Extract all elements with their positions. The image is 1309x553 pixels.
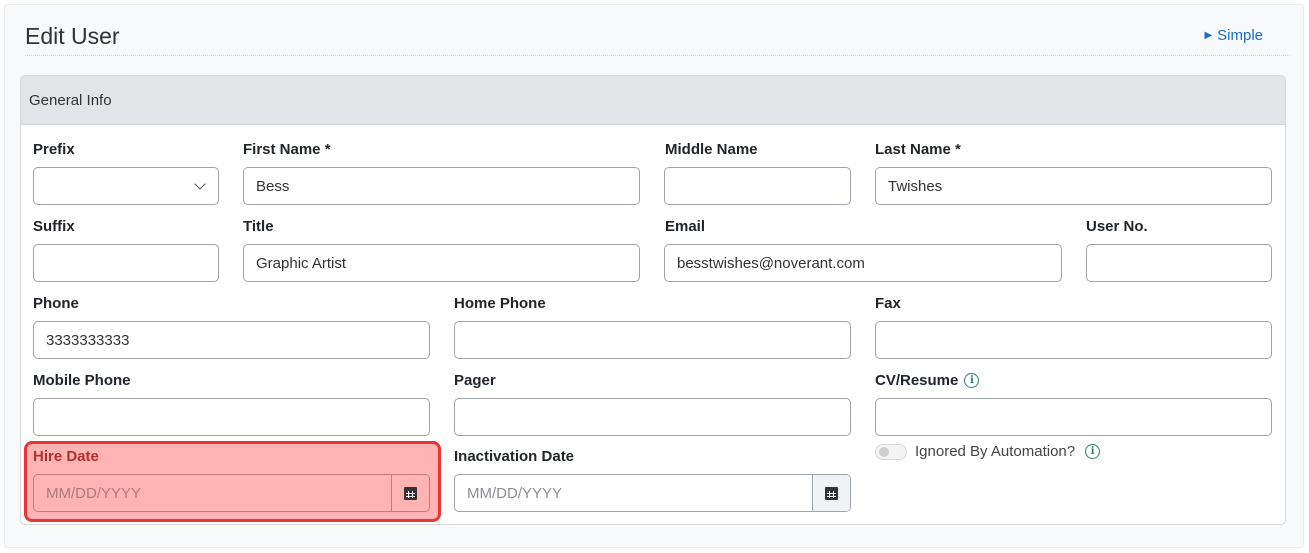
- hire-date-calendar-button[interactable]: [391, 475, 429, 511]
- ignored-by-automation-label: Ignored By Automation? i: [915, 443, 1101, 460]
- calendar-icon: [404, 486, 417, 500]
- last-name-label: Last Name *: [875, 141, 961, 158]
- mobile-phone-field[interactable]: [33, 398, 430, 436]
- prefix-select[interactable]: [33, 167, 219, 205]
- suffix-field[interactable]: [33, 244, 219, 282]
- middle-name-field[interactable]: [664, 167, 851, 205]
- mobile-phone-label: Mobile Phone: [33, 372, 131, 389]
- middle-name-label: Middle Name: [665, 141, 758, 158]
- cv-resume-label-text: CV/Resume: [875, 372, 959, 389]
- prefix-label: Prefix: [33, 141, 75, 158]
- hire-date-field[interactable]: MM/DD/YYYY: [33, 474, 430, 512]
- pager-label: Pager: [454, 372, 496, 389]
- info-icon[interactable]: i: [1085, 444, 1101, 459]
- ignored-by-automation-toggle[interactable]: [875, 444, 907, 460]
- home-phone-field[interactable]: [454, 321, 851, 359]
- simple-view-link[interactable]: ▶ Simple: [1204, 27, 1263, 44]
- simple-link-label: Simple: [1217, 27, 1263, 44]
- chevron-down-icon: [194, 177, 206, 190]
- inactivation-date-input[interactable]: MM/DD/YYYY: [455, 485, 812, 502]
- calendar-icon: [825, 486, 838, 500]
- title-field[interactable]: Graphic Artist: [243, 244, 640, 282]
- inactivation-date-field[interactable]: MM/DD/YYYY: [454, 474, 851, 512]
- page-title: Edit User: [25, 23, 120, 49]
- first-name-field[interactable]: Bess: [243, 167, 640, 205]
- cv-resume-label: CV/Resume i: [875, 372, 980, 389]
- email-field[interactable]: besstwishes@noverant.com: [664, 244, 1062, 282]
- fax-label: Fax: [875, 295, 901, 312]
- hire-date-input[interactable]: MM/DD/YYYY: [34, 485, 391, 502]
- fax-field[interactable]: [875, 321, 1272, 359]
- caret-right-icon: ▶: [1204, 29, 1213, 41]
- toggle-knob: [879, 447, 889, 457]
- user-no-label: User No.: [1086, 218, 1148, 235]
- cv-resume-field[interactable]: [875, 398, 1272, 436]
- last-name-field[interactable]: Twishes: [875, 167, 1272, 205]
- ignored-by-automation-text: Ignored By Automation?: [915, 443, 1076, 460]
- email-label: Email: [665, 218, 706, 235]
- pager-field[interactable]: [454, 398, 851, 436]
- inactivation-date-label: Inactivation Date: [454, 448, 575, 465]
- phone-field[interactable]: 3333333333: [33, 321, 430, 359]
- home-phone-label: Home Phone: [454, 295, 546, 312]
- user-no-field[interactable]: [1086, 244, 1272, 282]
- phone-label: Phone: [33, 295, 79, 312]
- hire-date-label: Hire Date: [33, 448, 99, 465]
- title-divider: [25, 55, 1290, 56]
- card-header: General Info: [21, 76, 1285, 125]
- title-label: Title: [243, 218, 274, 235]
- suffix-label: Suffix: [33, 218, 75, 235]
- info-icon[interactable]: i: [964, 373, 980, 388]
- inactivation-date-calendar-button[interactable]: [812, 475, 850, 511]
- first-name-label: First Name *: [243, 141, 331, 158]
